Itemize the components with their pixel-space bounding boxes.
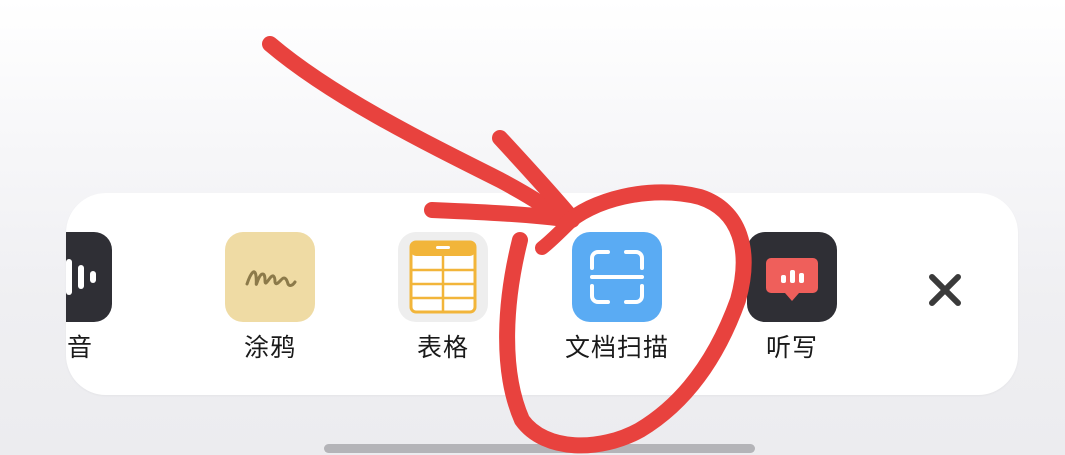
tool-dictation[interactable]: 听写	[707, 232, 877, 372]
doodle-icon	[225, 232, 315, 322]
tool-table[interactable]: 表格	[358, 232, 528, 372]
tool-doodle[interactable]: 涂鸦	[185, 232, 355, 372]
tool-label-table: 表格	[416, 333, 469, 362]
close-icon	[929, 274, 961, 306]
document-scan-icon	[572, 232, 662, 322]
quick-tools-toolbar: 录音 涂鸦 表格	[66, 193, 1018, 395]
dictation-icon	[747, 232, 837, 322]
tool-label-doodle: 涂鸦	[243, 333, 296, 362]
close-button[interactable]	[920, 265, 970, 315]
tool-label-dictation: 听写	[765, 333, 818, 362]
tool-label-document-scan: 文档扫描	[564, 333, 669, 362]
table-icon	[398, 232, 488, 322]
tool-label-record: 录音	[66, 333, 93, 362]
voice-record-icon	[66, 232, 112, 322]
tool-voice-record[interactable]: 录音	[66, 232, 152, 372]
tool-document-scan[interactable]: 文档扫描	[532, 232, 702, 372]
home-indicator	[324, 444, 755, 453]
